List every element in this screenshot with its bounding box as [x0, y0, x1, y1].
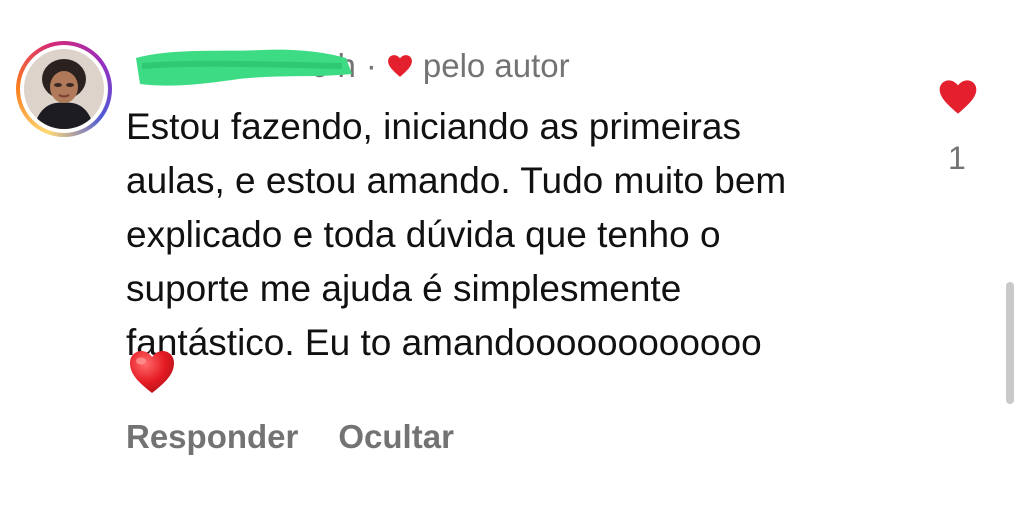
liked-by-author-label: pelo autor	[422, 47, 570, 84]
comment-text-line: suporte me ajuda é simplesmente	[126, 268, 682, 309]
reply-button[interactable]: Responder	[126, 418, 298, 456]
comment-text-line: aulas, e estou amando. Tudo muito bem	[126, 160, 787, 201]
heart-icon[interactable]	[938, 78, 978, 116]
comment-text-line: Estou fazendo, iniciando as primeiras	[126, 106, 741, 147]
comment-header: 6 h · pelo autor	[126, 42, 570, 90]
avatar[interactable]	[24, 49, 104, 129]
comment-text: Estou fazendo, iniciando as primeiras au…	[126, 100, 926, 370]
like-count[interactable]: 1	[948, 140, 966, 177]
comment-actions: Responder Ocultar	[126, 418, 454, 456]
scrollbar[interactable]	[1006, 282, 1014, 404]
comment-text-line: explicado e toda dúvida que tenho o	[126, 214, 721, 255]
redaction-scribble	[136, 49, 352, 86]
red-heart-emoji	[130, 351, 174, 393]
heart-icon	[387, 55, 412, 77]
avatar-story-ring[interactable]	[16, 41, 112, 137]
separator-dot: ·	[365, 47, 377, 84]
avatar-border	[20, 45, 108, 133]
comment-text-line: fantástico. Eu to amandoooooooooooo	[126, 322, 762, 363]
avatar-photo-image	[24, 49, 104, 129]
comment: 6 h · pelo autor Estou fazendo, iniciand…	[0, 0, 1024, 512]
hide-button[interactable]: Ocultar	[338, 418, 454, 456]
